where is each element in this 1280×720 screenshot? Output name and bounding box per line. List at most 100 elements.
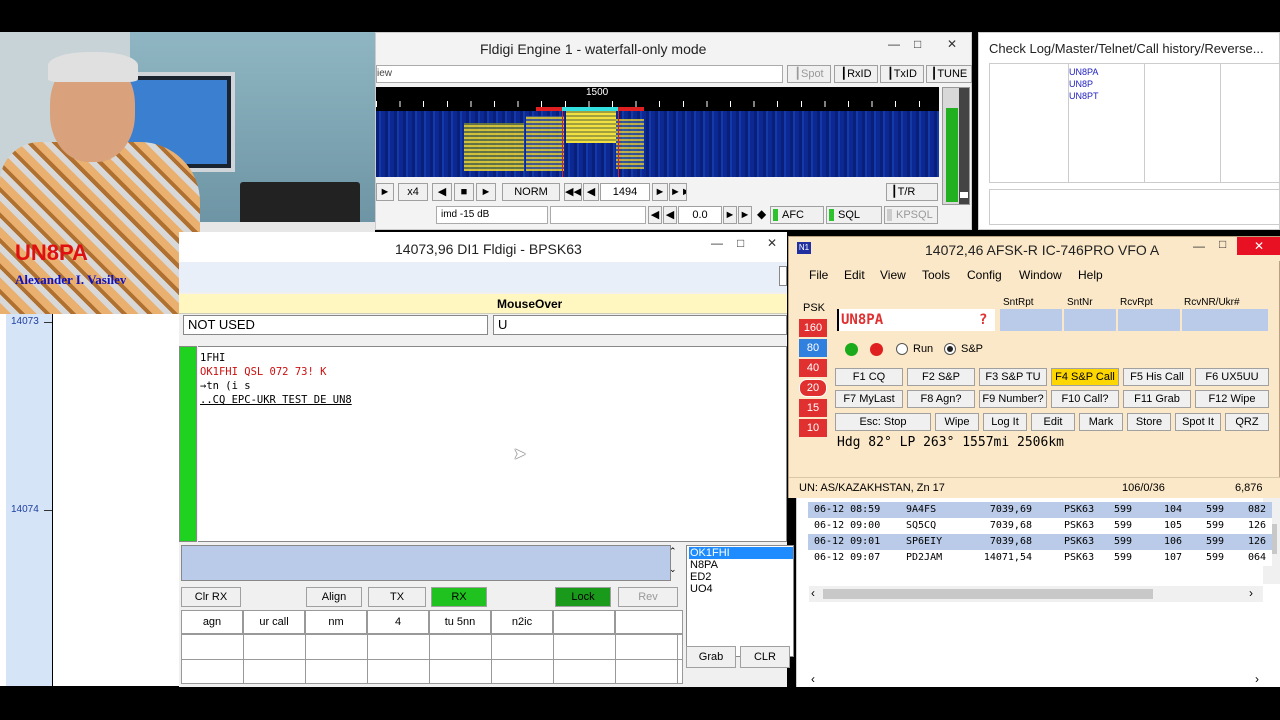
offset-forward-icon[interactable]: ► [723,206,737,224]
norm-button[interactable]: NORM [502,183,560,201]
offset-back-icon[interactable]: ◀ [663,206,677,224]
offset-fast-forward-icon[interactable]: ► [738,206,752,224]
esc-stop-button[interactable]: Esc: Stop [835,413,931,431]
qso-log-row[interactable]: 06-12 09:00 SQ5CQ 7039,68 PSK63 599 105 599 126 [808,518,1272,534]
f6-ux5uu-button[interactable]: F6 UX5UU [1195,368,1269,386]
macro-button-4[interactable]: 4 [367,610,429,634]
step-forward-icon[interactable]: ► [652,183,668,201]
minimize-icon[interactable]: — [711,236,723,250]
offset-fast-back-icon[interactable]: ◀ [648,206,662,224]
clr-button[interactable]: CLR [740,646,790,668]
band-button-10[interactable]: 10 [799,419,827,437]
macro-button-urcall[interactable]: ur call [243,610,305,634]
mark-button[interactable]: Mark [1079,413,1123,431]
qrz-button[interactable]: QRZ [1225,413,1269,431]
fldigi-dropdown-icon[interactable] [779,266,787,286]
f10-call-button[interactable]: F10 Call? [1051,390,1119,408]
spot-it-button[interactable]: Spot It [1175,413,1221,431]
qso-log-hscroll[interactable]: ‹ › [809,586,1263,602]
rcvrpt-input[interactable] [1118,309,1180,331]
tune-button[interactable]: ┃TUNE [926,65,972,83]
u-field[interactable]: U [493,315,787,335]
grab-button[interactable]: Grab [686,646,736,668]
squelch-slider[interactable] [959,88,969,204]
kpsql-button[interactable]: KPSQL [884,206,938,224]
tx-button[interactable]: TX [368,587,426,607]
f5-his-call-button[interactable]: F5 His Call [1123,368,1191,386]
macro-button-empty[interactable] [553,610,615,634]
maximize-icon[interactable]: □ [737,236,744,250]
menu-help[interactable]: Help [1078,268,1103,282]
sntnr-input[interactable] [1064,309,1116,331]
offset-input[interactable]: 0.0 [678,206,722,224]
forward-icon[interactable]: ► [476,183,496,201]
qso-log-row[interactable]: 06-12 09:01 SP6EIY 7039,68 PSK63 599 106 599 12… [808,534,1272,550]
macro-grid-empty-rows[interactable] [181,634,683,684]
wipe-button[interactable]: Wipe [935,413,979,431]
clear-rx-button[interactable]: Clr RX [181,587,241,607]
rxid-button[interactable]: ┃RxID [834,65,878,83]
f1-cq-button[interactable]: F1 CQ [835,368,903,386]
menu-file[interactable]: File [809,268,828,282]
txid-button[interactable]: ┃TxID [880,65,924,83]
lock-diamond-icon[interactable]: ◆ [757,207,766,221]
tr-button[interactable]: ┃T/R [886,183,938,201]
edit-button[interactable]: Edit [1031,413,1075,431]
not-used-field[interactable]: NOT USED [183,315,488,335]
call-list-item[interactable]: ED2 [689,571,793,583]
f11-grab-button[interactable]: F11 Grab [1123,390,1191,408]
waterfall-display[interactable] [376,111,939,177]
step-back-icon[interactable]: ◀ [583,183,599,201]
band-button-40[interactable]: 40 [799,359,827,377]
scroll-right-icon[interactable]: › [1255,672,1259,686]
f3-sp-tu-button[interactable]: F3 S&P TU [979,368,1047,386]
macro-button-agn[interactable]: agn [181,610,243,634]
run-radio[interactable] [896,343,908,355]
f2-sp-button[interactable]: F2 S&P [907,368,975,386]
fast-rewind-icon[interactable]: ◀◀ [564,183,582,201]
call-list[interactable]: OK1FHI N8PA ED2 UO4 [686,545,794,657]
scroll-left-icon[interactable]: ‹ [811,672,815,686]
tx-text-input[interactable] [181,545,671,581]
rewind-icon[interactable]: ◀ [432,183,452,201]
band-button-80[interactable]: 80 [799,339,827,357]
rx-button[interactable]: RX [431,587,487,607]
view-input[interactable]: iew [376,65,783,83]
rcvnr-input[interactable] [1182,309,1268,331]
band-button-15[interactable]: 15 [799,399,827,417]
checklog-entry[interactable]: UN8P [1069,78,1099,90]
maximize-icon[interactable]: □ [914,37,921,51]
sntrpt-input[interactable] [1000,309,1062,331]
align-button[interactable]: Align [306,587,362,607]
minimize-icon[interactable]: — [1193,239,1205,253]
menu-window[interactable]: Window [1019,268,1062,282]
call-list-item[interactable]: N8PA [689,559,793,571]
close-icon[interactable]: ✕ [1237,237,1280,255]
macro-button-n2ic[interactable]: n2ic [491,610,553,634]
qso-log-row[interactable]: 06-12 08:59 9A4FS 7039,69 PSK63 599 104 599 082 [808,502,1272,518]
call-list-item-selected[interactable]: OK1FHI [689,547,793,559]
menu-tools[interactable]: Tools [922,268,950,282]
rev-button[interactable]: Rev [618,587,678,607]
minimize-icon[interactable]: — [888,37,900,51]
carrier-input[interactable]: 1494 [600,183,650,201]
macro-button-nm[interactable]: nm [305,610,367,634]
macro-button-tu5nn[interactable]: tu 5nn [429,610,491,634]
close-icon[interactable]: ✕ [932,37,972,51]
macro-button-empty[interactable] [615,610,683,634]
scroll-thumb[interactable] [823,589,1153,599]
rx-text-panel[interactable]: 1FHI OK1FHI QSL 072 73! K →tn (i s ..CQ … [198,346,787,542]
maximize-icon[interactable]: □ [1219,237,1226,251]
stop-icon[interactable]: ■ [454,183,474,201]
scroll-left-icon[interactable]: ‹ [811,586,815,600]
band-button-20[interactable]: 20 [799,379,827,397]
log-it-button[interactable]: Log It [983,413,1027,431]
menu-view[interactable]: View [880,268,906,282]
qso-log-row[interactable]: 06-12 09:07 PD2JAM 14071,54 PSK63 599 107 599 0… [808,550,1272,566]
f4-sp-call-button[interactable]: F4 S&P Call [1051,368,1119,386]
spot-button[interactable]: ┃Spot [787,65,831,83]
tx-scroll-up-icon[interactable]: ⌃ [669,546,677,557]
signal-level-meter[interactable] [942,87,970,205]
checklog-entry[interactable]: UN8PA [1069,66,1099,78]
f12-wipe-button[interactable]: F12 Wipe [1195,390,1269,408]
